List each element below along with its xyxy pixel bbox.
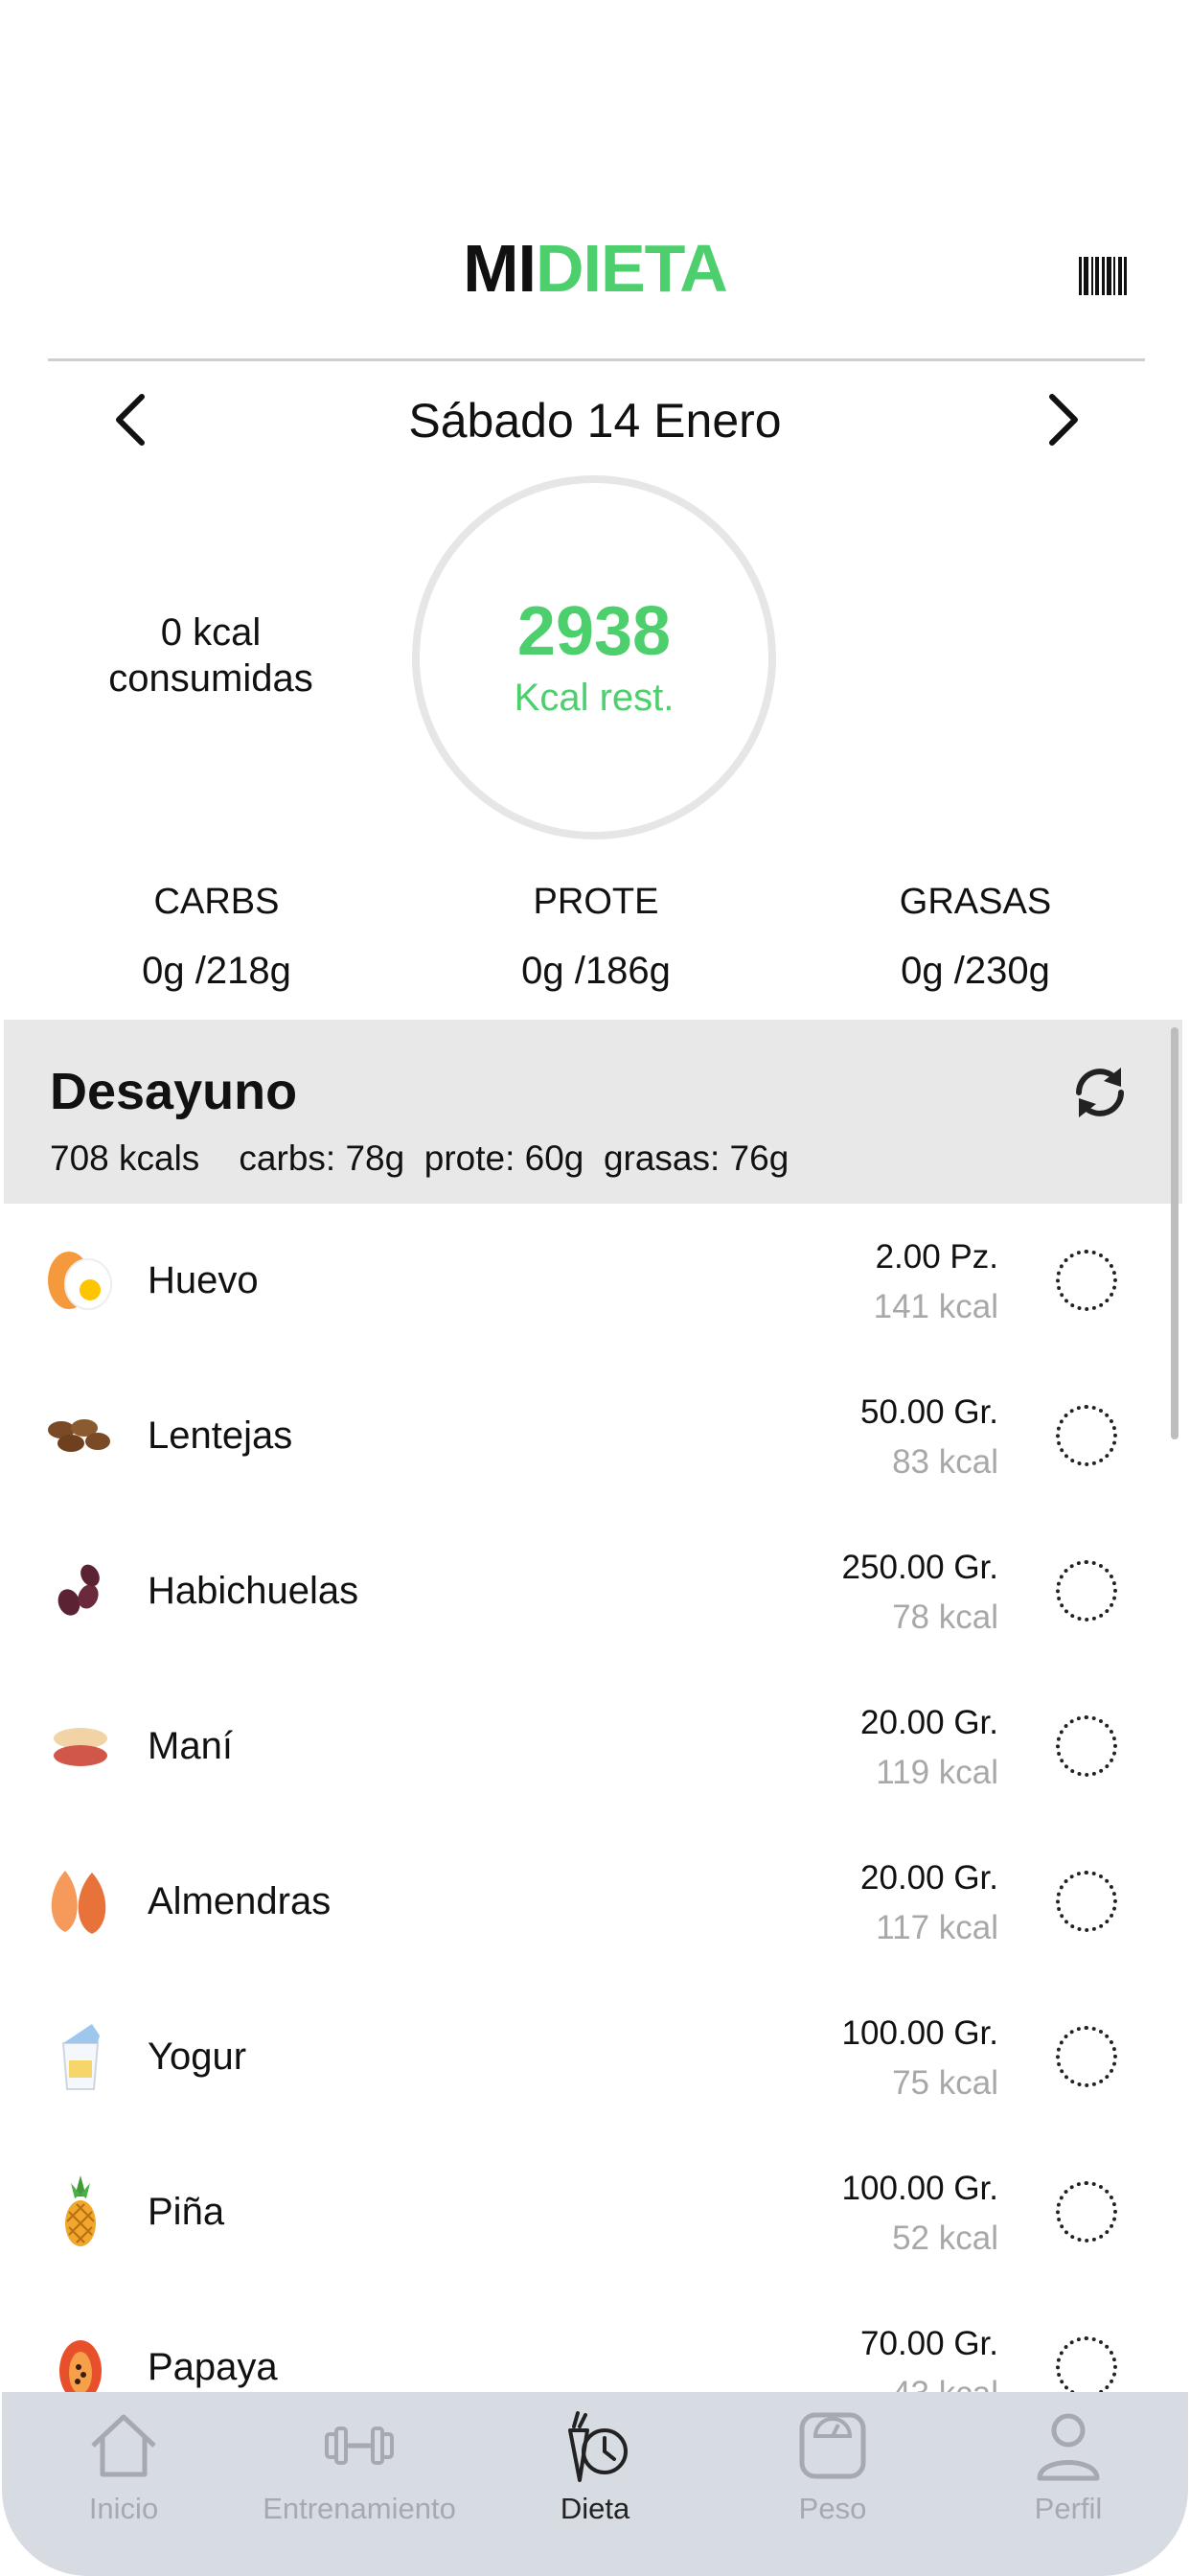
dumbbell-icon	[325, 2426, 394, 2465]
tab-peso[interactable]: Peso	[722, 2392, 943, 2536]
food-name: Piña	[148, 2191, 225, 2233]
food-kcal: 52 kcal	[892, 2220, 998, 2257]
food-kcal: 43 kcal	[892, 2375, 998, 2392]
consumed-kcal: 0 kcal	[160, 611, 262, 654]
food-check-toggle[interactable]	[1056, 2026, 1117, 2087]
food-kcal: 119 kcal	[876, 1754, 998, 1791]
macro-grasas: GRASAS 0g /230g	[832, 882, 1119, 993]
macro-name: GRASAS	[899, 882, 1052, 922]
food-check-toggle[interactable]	[1056, 1871, 1117, 1932]
logo-part-mi: MI	[463, 231, 537, 306]
egg-icon	[48, 1252, 112, 1310]
current-date: Sábado 14 Enero	[408, 394, 782, 448]
food-item-habichuelas[interactable]: Habichuelas 250.00 Gr. 78 kcal	[0, 1514, 1190, 1669]
macro-name: CARBS	[153, 882, 280, 922]
profile-icon	[1037, 2413, 1100, 2481]
diet-clock-icon	[568, 2411, 628, 2482]
next-day-button[interactable]	[1021, 381, 1098, 458]
meal-summary: 708 kcals carbs: 78g prote: 60g grasas: …	[50, 1138, 790, 1178]
tab-label: Perfil	[1034, 2492, 1103, 2525]
tab-dieta[interactable]: Dieta	[485, 2392, 705, 2536]
food-check-toggle[interactable]	[1056, 1560, 1117, 1622]
app-logo: MIDIETA	[0, 230, 1190, 307]
food-check-toggle[interactable]	[1056, 1250, 1117, 1311]
almond-icon	[51, 1871, 106, 1934]
food-name: Maní	[148, 1725, 233, 1767]
scale-icon	[799, 2412, 866, 2479]
remaining-kcal-label: Kcal rest.	[514, 677, 675, 719]
food-name: Habichuelas	[148, 1570, 359, 1612]
food-name: Papaya	[148, 2346, 278, 2388]
food-quantity: 2.00 Pz.	[875, 1238, 998, 1276]
food-check-toggle[interactable]	[1056, 2336, 1117, 2392]
date-navigator: Sábado 14 Enero	[0, 381, 1190, 458]
peanut-icon	[54, 1728, 107, 1766]
header-divider	[48, 358, 1145, 361]
food-quantity: 70.00 Gr.	[860, 2325, 998, 2362]
refresh-meal-button[interactable]	[1065, 1058, 1134, 1127]
food-quantity: 100.00 Gr.	[841, 2014, 998, 2052]
food-item-huevo[interactable]: Huevo 2.00 Pz. 141 kcal	[0, 1204, 1190, 1359]
food-kcal: 117 kcal	[876, 1909, 998, 1946]
food-quantity: 50.00 Gr.	[860, 1393, 998, 1431]
food-item-pina[interactable]: Piña 100.00 Gr. 52 kcal	[0, 2135, 1190, 2290]
food-kcal: 141 kcal	[873, 1288, 998, 1325]
macro-value: 0g /218g	[142, 950, 291, 992]
food-check-toggle[interactable]	[1056, 1405, 1117, 1466]
consumed-calories: 0 kcal consumidas	[57, 610, 364, 702]
food-name: Yogur	[148, 2036, 247, 2078]
macro-value: 0g /186g	[521, 950, 671, 992]
food-name: Almendras	[148, 1880, 332, 1922]
food-check-toggle[interactable]	[1056, 1715, 1117, 1777]
tab-label: Inicio	[88, 2492, 159, 2525]
macro-value: 0g /230g	[901, 950, 1050, 992]
barcode-icon[interactable]	[1079, 257, 1127, 295]
chevron-right-icon	[1049, 394, 1078, 446]
bottom-tab-bar: Inicio Entrenamiento Dieta Peso Perfil	[2, 2392, 1188, 2576]
food-check-toggle[interactable]	[1056, 2181, 1117, 2242]
food-item-mani[interactable]: Maní 20.00 Gr. 119 kcal	[0, 1669, 1190, 1825]
pineapple-icon	[65, 2175, 96, 2246]
macro-prote: PROTE 0g /186g	[452, 882, 740, 993]
meal-title: Desayuno	[50, 1063, 298, 1120]
food-item-almendras[interactable]: Almendras 20.00 Gr. 117 kcal	[0, 1825, 1190, 1980]
meal-header-desayuno: Desayuno 708 kcals carbs: 78g prote: 60g…	[4, 1020, 1182, 1204]
food-quantity: 20.00 Gr.	[860, 1859, 998, 1897]
food-kcal: 75 kcal	[892, 2064, 998, 2102]
food-name: Huevo	[148, 1259, 259, 1301]
lentils-icon	[48, 1419, 110, 1452]
food-quantity: 250.00 Gr.	[841, 1549, 998, 1586]
consumed-label: consumidas	[108, 657, 313, 700]
food-item-papaya[interactable]: Papaya 70.00 Gr. 43 kcal	[0, 2290, 1190, 2392]
home-icon	[91, 2414, 156, 2477]
food-item-lentejas[interactable]: Lentejas 50.00 Gr. 83 kcal	[0, 1359, 1190, 1514]
food-item-yogur[interactable]: Yogur 100.00 Gr. 75 kcal	[0, 1980, 1190, 2135]
tab-label: Peso	[798, 2492, 867, 2525]
food-kcal: 78 kcal	[892, 1598, 998, 1636]
food-quantity: 100.00 Gr.	[841, 2170, 998, 2207]
tab-entrenamiento[interactable]: Entrenamiento	[249, 2392, 469, 2536]
beans-icon	[57, 1564, 100, 1616]
refresh-icon	[1076, 1068, 1124, 1117]
food-list: Huevo 2.00 Pz. 141 kcal Lentejas 50.00 G…	[0, 1204, 1190, 2392]
remaining-kcal-value: 2938	[516, 593, 672, 670]
food-kcal: 83 kcal	[892, 1443, 998, 1481]
macro-carbs: CARBS 0g /218g	[73, 882, 360, 993]
diet-screen: MIDIETA Sábado 14 Enero 0 kcal consumida…	[0, 0, 1190, 2576]
papaya-icon	[59, 2340, 102, 2392]
food-quantity: 20.00 Gr.	[860, 1704, 998, 1741]
logo-part-dieta: DIETA	[535, 231, 728, 306]
tab-inicio[interactable]: Inicio	[13, 2392, 234, 2536]
yogurt-icon	[61, 2024, 100, 2090]
tab-label: Dieta	[560, 2492, 630, 2525]
macro-name: PROTE	[533, 882, 659, 922]
food-name: Lentejas	[148, 1414, 293, 1457]
tab-label: Entrenamiento	[263, 2492, 456, 2525]
tab-perfil[interactable]: Perfil	[958, 2392, 1179, 2536]
